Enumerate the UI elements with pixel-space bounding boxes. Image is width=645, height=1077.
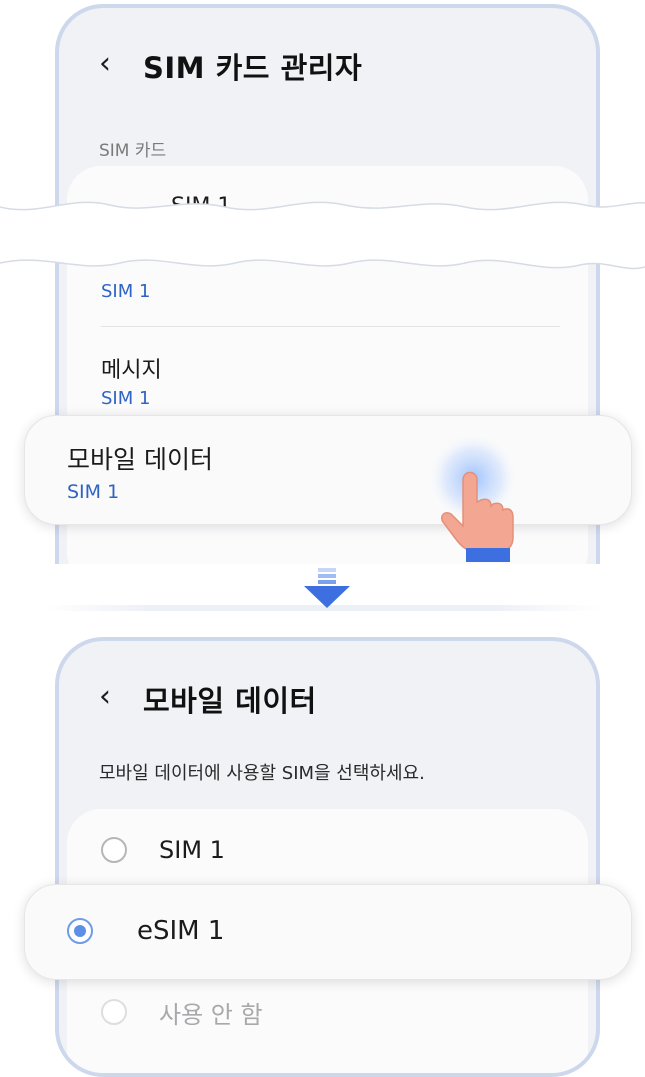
radio-esim1[interactable]: [67, 918, 93, 944]
page-title: 모바일 데이터: [143, 684, 317, 718]
back-button[interactable]: ‹: [99, 49, 143, 79]
option-label: SIM 1: [159, 836, 225, 864]
mobile-data-screen: ‹ 모바일 데이터 모바일 데이터에 사용할 SIM을 선택하세요. SIM 1…: [55, 637, 600, 1077]
arrow-down-icon: [304, 568, 350, 608]
option-label: 사용 안 함: [159, 1001, 263, 1029]
tap-hand-icon: [427, 432, 519, 562]
messages-label[interactable]: 메시지: [101, 352, 162, 384]
radio-none[interactable]: [101, 999, 127, 1025]
option-label: eSIM 1: [137, 916, 225, 946]
back-button[interactable]: ‹: [99, 682, 143, 712]
radio-sim1[interactable]: [101, 837, 127, 863]
bottom-header: ‹ 모바일 데이터: [99, 679, 317, 719]
option-esim1[interactable]: eSIM 1: [24, 884, 632, 980]
mobile-data-item[interactable]: 모바일 데이터 SIM 1: [24, 415, 632, 525]
description-text: 모바일 데이터에 사용할 SIM을 선택하세요.: [99, 763, 425, 784]
section-label-sim-cards: SIM 카드: [99, 141, 167, 161]
page-title: SIM 카드 관리자: [143, 51, 363, 85]
messages-value: SIM 1: [101, 388, 151, 409]
mobile-data-value: SIM 1: [67, 481, 120, 503]
divider: [101, 326, 560, 327]
top-header: ‹ SIM 카드 관리자: [99, 46, 362, 86]
torn-edge-divider: [0, 201, 645, 270]
mobile-data-label: 모바일 데이터: [67, 445, 213, 474]
